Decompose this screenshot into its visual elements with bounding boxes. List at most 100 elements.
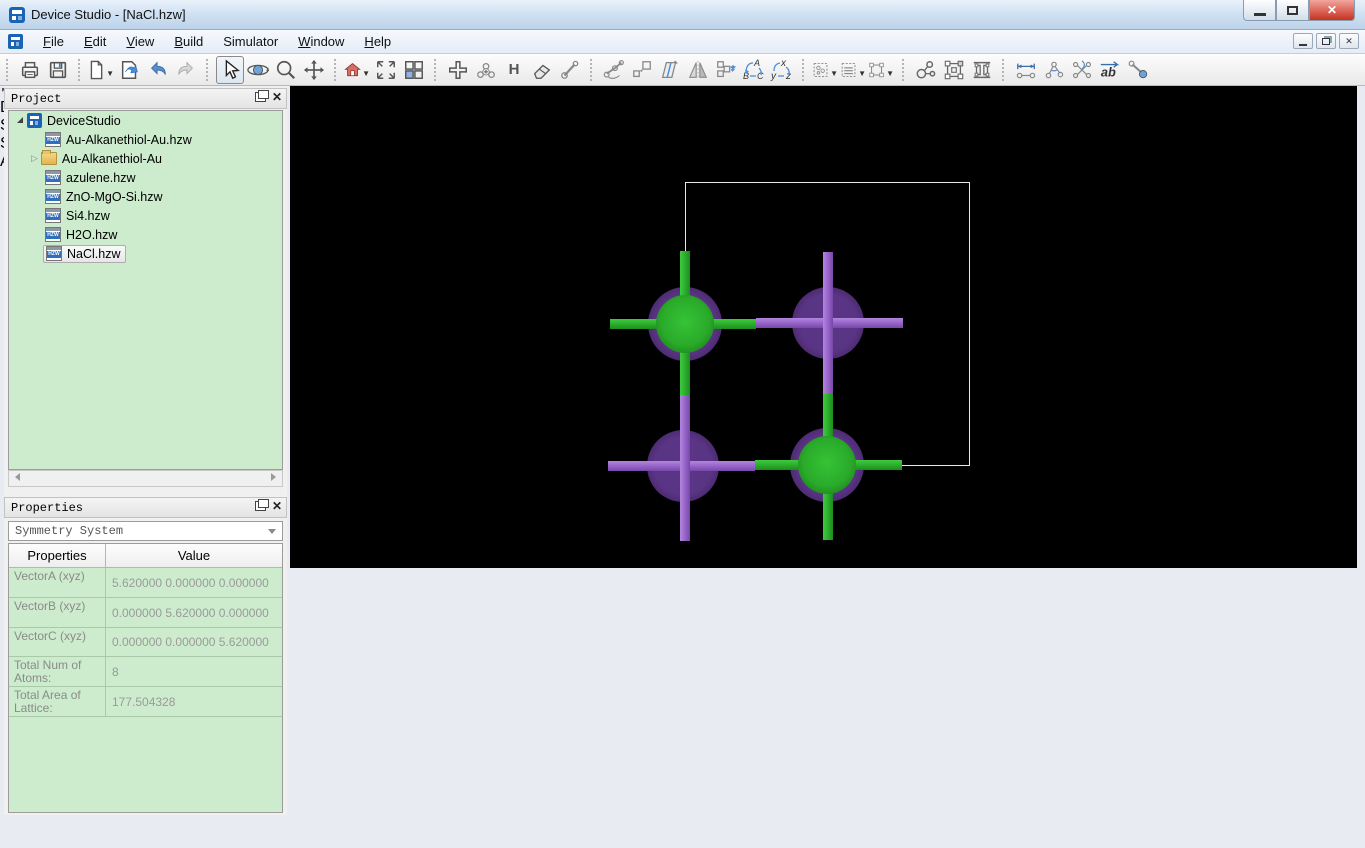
build-crystal-button[interactable] (940, 56, 968, 84)
cleave-surface-button[interactable] (656, 56, 684, 84)
undo-icon (150, 61, 166, 75)
cleave-icon (661, 59, 678, 78)
bond-length-button[interactable] (1124, 56, 1152, 84)
select-atoms-button[interactable]: ▼ (812, 56, 840, 84)
undo-button[interactable] (144, 56, 172, 84)
menu-window[interactable]: Window (288, 31, 354, 52)
save-button[interactable] (44, 56, 72, 84)
export-button[interactable] (116, 56, 144, 84)
scroll-left-icon[interactable] (15, 473, 20, 481)
pan-button[interactable] (300, 56, 328, 84)
menu-file[interactable]: File (33, 31, 74, 52)
select-region-icon (841, 62, 856, 77)
menu-simulator[interactable]: Simulator (213, 31, 288, 52)
redo-button[interactable] (172, 56, 200, 84)
build-molecule-button[interactable] (912, 56, 940, 84)
measure-dihedral-button[interactable] (1068, 56, 1096, 84)
toolbar-grip[interactable] (334, 58, 339, 81)
auto-bond-button[interactable] (600, 56, 628, 84)
minimize-button[interactable] (1243, 0, 1276, 21)
atom-cl-top-left[interactable] (656, 295, 714, 353)
rebond-button[interactable] (556, 56, 584, 84)
toolbar-grip[interactable] (902, 58, 907, 81)
select-cursor-button[interactable] (216, 55, 244, 84)
mdi-close-button[interactable]: ✕ (1339, 33, 1359, 49)
swap-axes-button[interactable]: xyz (768, 56, 796, 84)
expander-open-icon[interactable] (17, 116, 23, 123)
toolbar-grip[interactable] (590, 58, 595, 81)
atom-cl-bottom-right[interactable] (798, 436, 856, 494)
tree-item-au-alkanethiol-au-hzw[interactable]: Au-Alkanethiol-Au.hzw (9, 130, 282, 149)
tree-item-zno-mgo-si[interactable]: ZnO-MgO-Si.hzw (9, 187, 282, 206)
select-region-button[interactable]: ▼ (840, 56, 868, 84)
select-cell-button[interactable]: ▼ (868, 56, 896, 84)
toolbar-grip[interactable] (1002, 58, 1007, 81)
toolbar-grip[interactable] (78, 58, 83, 81)
menu-view[interactable]: View (116, 31, 164, 52)
hzw-file-icon (45, 208, 61, 223)
move-fragment-button[interactable] (712, 56, 740, 84)
mdi-restore-button[interactable] (1316, 33, 1336, 49)
tree-item-azulene[interactable]: azulene.hzw (9, 168, 282, 187)
close-panel-icon[interactable]: ✕ (272, 500, 282, 512)
eraser-button[interactable] (528, 56, 556, 84)
properties-table: Properties Value VectorA (xyz) 5.620000 … (8, 543, 283, 813)
rotate-icon (247, 64, 269, 75)
float-panel-icon[interactable] (254, 499, 269, 511)
add-hydrogen-button[interactable]: H (500, 56, 528, 84)
tree-item-au-alkanethiol-au-folder[interactable]: ▷ Au-Alkanethiol-Au (9, 149, 282, 168)
menu-help[interactable]: Help (354, 31, 401, 52)
mdi-minimize-button[interactable] (1293, 33, 1313, 49)
bond-tool-icon (561, 60, 579, 79)
mirror-button[interactable] (684, 56, 712, 84)
project-panel-title: Project (11, 91, 62, 106)
print-icon (21, 61, 39, 78)
toolbar-grip[interactable] (802, 58, 807, 81)
rotate-view-button[interactable] (244, 56, 272, 84)
home-view-button[interactable]: ▼ (344, 56, 372, 84)
3d-viewport[interactable]: B C Y X Z (290, 86, 1357, 568)
toolbar-grip[interactable] (434, 58, 439, 81)
slab-icon (973, 61, 991, 78)
measure-distance-button[interactable] (1012, 56, 1040, 84)
move-fragment-icon (717, 60, 737, 77)
tree-item-label: Au-Alkanethiol-Au.hzw (66, 132, 192, 147)
zoom-button[interactable] (272, 56, 300, 84)
symmetry-system-select[interactable]: Symmetry System (8, 521, 283, 541)
expander-closed-icon[interactable]: ▷ (31, 153, 38, 164)
export-icon (121, 60, 138, 79)
toolbar-grip[interactable] (6, 58, 11, 81)
tree-item-nacl-selected[interactable]: NaCl.hzw (9, 244, 282, 263)
new-file-button[interactable]: ▼ (88, 56, 116, 84)
properties-table-header: Properties Value (9, 544, 282, 568)
project-tree-hscrollbar[interactable] (8, 470, 283, 487)
menu-edit[interactable]: Edit (74, 31, 116, 52)
add-atom-button[interactable] (444, 56, 472, 84)
atom-na-bottom-left[interactable] (651, 434, 715, 498)
lattice-vectors-button[interactable]: ab (1096, 56, 1124, 84)
menu-build[interactable]: Build (164, 31, 213, 52)
tree-item-label: Si4.hzw (66, 208, 110, 223)
add-fragment-button[interactable] (472, 56, 500, 84)
crystal-icon (944, 60, 964, 79)
toolbar-grip[interactable] (206, 58, 211, 81)
build-slab-button[interactable] (968, 56, 996, 84)
atom-na-top-right[interactable] (796, 291, 860, 355)
close-panel-icon[interactable]: ✕ (272, 91, 282, 103)
menu-bar: File Edit View Build Simulator Window He… (0, 30, 1365, 54)
measure-angle-button[interactable] (1040, 56, 1068, 84)
dropdown-arrow-icon: ▼ (830, 69, 838, 78)
scroll-right-icon[interactable] (271, 473, 276, 481)
tile-windows-button[interactable] (400, 56, 428, 84)
swap-lattice-vectors-button[interactable]: ABC (740, 56, 768, 84)
supercell-button[interactable] (628, 56, 656, 84)
close-button[interactable]: ✕ (1309, 0, 1355, 21)
print-button[interactable] (16, 56, 44, 84)
tree-item-si4[interactable]: Si4.hzw (9, 206, 282, 225)
app-logo-icon (9, 6, 25, 23)
float-panel-icon[interactable] (254, 90, 269, 102)
fit-view-button[interactable] (372, 56, 400, 84)
maximize-button[interactable] (1276, 0, 1309, 21)
tree-item-h2o[interactable]: H2O.hzw (9, 225, 282, 244)
tree-item-devicestudio[interactable]: DeviceStudio (9, 111, 282, 130)
